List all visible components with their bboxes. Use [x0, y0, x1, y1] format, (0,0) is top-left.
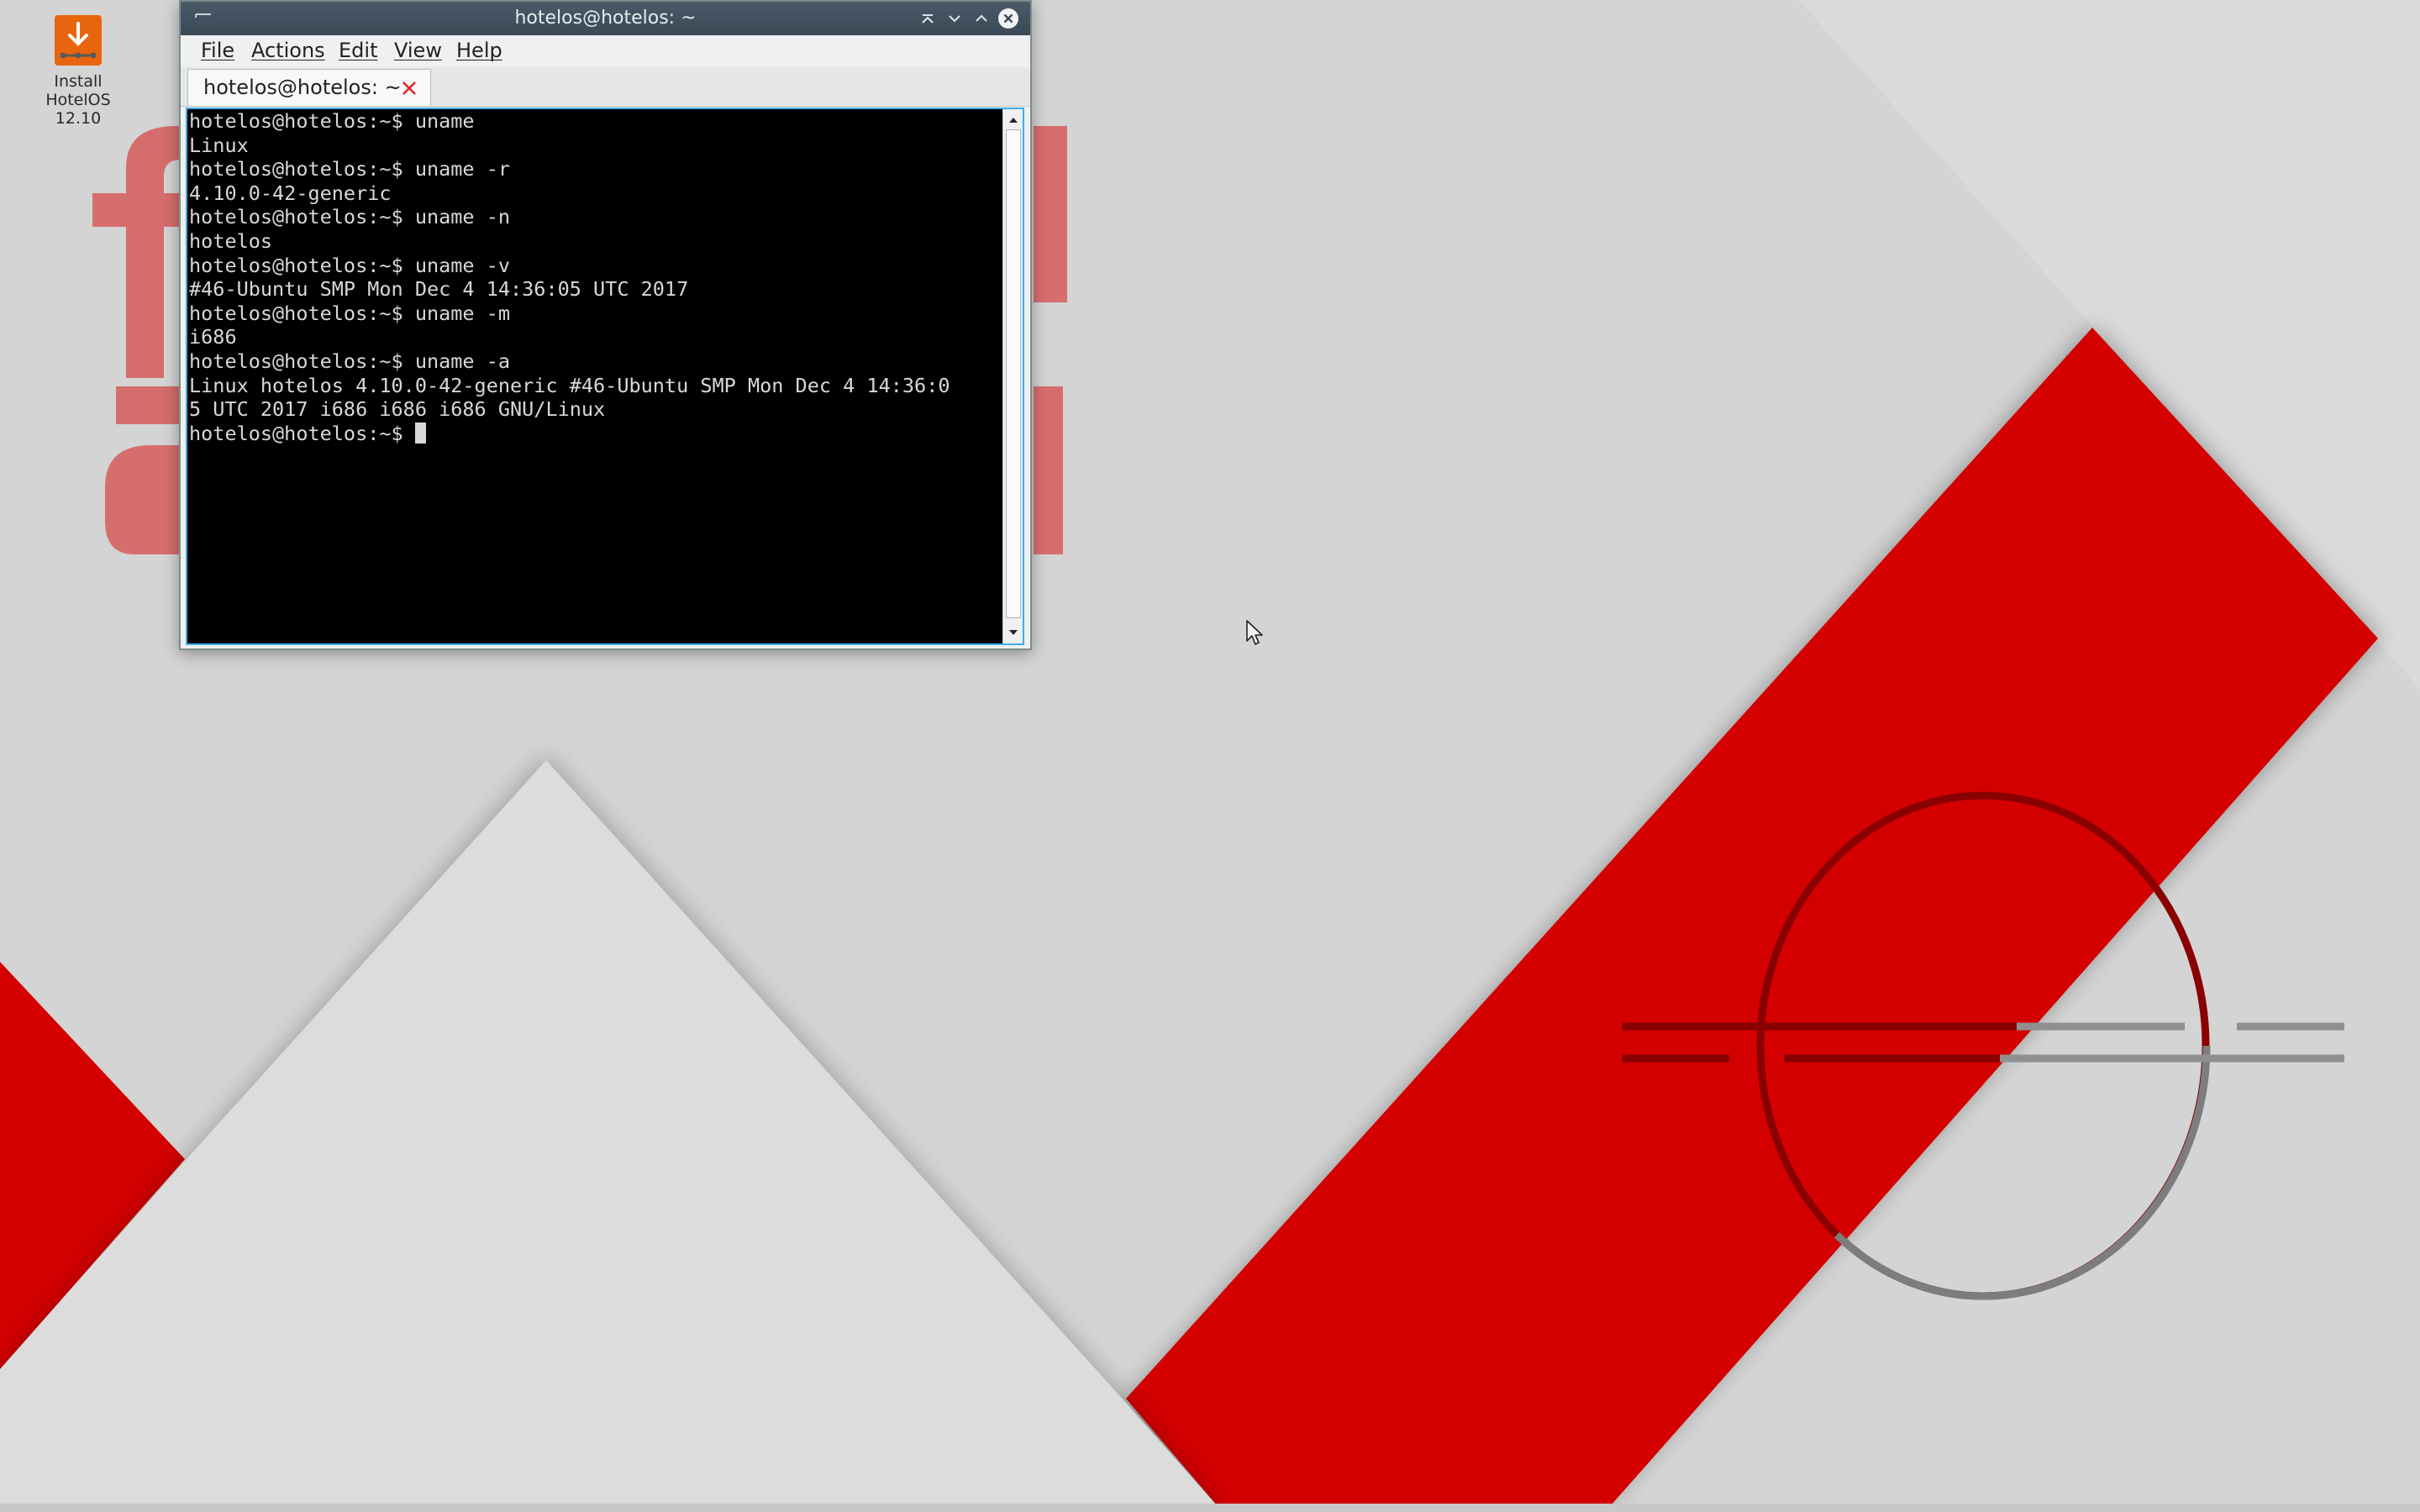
install-icon — [55, 15, 102, 66]
desktop-icon-install[interactable]: Install HotelOS 12.10 — [40, 15, 116, 128]
scroll-down-icon[interactable] — [1006, 625, 1021, 640]
terminal-line: hotelos — [189, 228, 273, 253]
menu-actions[interactable]: Actions — [251, 39, 325, 62]
terminal-output[interactable]: hotelos@hotelos:~$ uname Linux hotelos@h… — [187, 109, 1002, 643]
terminal-frame: hotelos@hotelos:~$ uname Linux hotelos@h… — [186, 108, 1024, 645]
terminal-scrollbar[interactable] — [1002, 109, 1023, 643]
maximize-icon[interactable] — [971, 8, 992, 29]
menu-file[interactable]: File — [201, 39, 234, 62]
window-titlebar[interactable]: hotelos@hotelos: ~ — [181, 2, 1030, 35]
menu-view[interactable]: View — [394, 39, 442, 62]
terminal-line: hotelos@hotelos:~$ uname -a — [189, 349, 511, 373]
terminal-line: hotelos@hotelos:~$ uname -r — [189, 157, 511, 181]
terminal-line: i686 — [189, 325, 237, 349]
close-icon[interactable] — [997, 8, 1019, 29]
terminal-line: 4.10.0-42-generic — [189, 181, 392, 205]
scrollbar-thumb[interactable] — [1006, 129, 1021, 618]
menu-edit[interactable]: Edit — [339, 39, 377, 62]
menubar: File Actions Edit View Help — [181, 35, 1030, 67]
terminal-line: Linux hotelos 4.10.0-42-generic #46-Ubun… — [189, 373, 950, 397]
tab-close-icon[interactable] — [398, 77, 420, 99]
terminal-prompt: hotelos@hotelos:~$ — [189, 421, 415, 445]
tab-bar: hotelos@hotelos: ~ — [181, 67, 1030, 107]
tab-terminal[interactable]: hotelos@hotelos: ~ — [187, 69, 431, 106]
terminal-line: hotelos@hotelos:~$ uname — [189, 109, 475, 133]
terminal-line: hotelos@hotelos:~$ uname -v — [189, 253, 511, 277]
minimize-icon[interactable] — [944, 8, 965, 29]
terminal-line: hotelos@hotelos:~$ uname -m — [189, 301, 511, 325]
text-cursor — [414, 422, 426, 444]
keep-above-icon[interactable] — [917, 8, 939, 29]
terminal-window[interactable]: hotelos@hotelos: ~ File Actions Edit Vie… — [179, 0, 1032, 650]
tab-label: hotelos@hotelos: ~ — [203, 76, 402, 99]
terminal-line: #46-Ubuntu SMP Mon Dec 4 14:36:05 UTC 20… — [189, 277, 689, 302]
desktop-icon-label: Install HotelOS 12.10 — [45, 72, 111, 128]
scroll-up-icon[interactable] — [1006, 113, 1021, 128]
terminal-prompt-line: hotelos@hotelos:~$ — [189, 422, 1002, 446]
mouse-pointer-icon — [1246, 620, 1263, 645]
terminal-line: 5 UTC 2017 i686 i686 i686 GNU/Linux — [189, 397, 606, 422]
terminal-line: hotelos@hotelos:~$ uname -n — [189, 205, 511, 229]
window-title: hotelos@hotelos: ~ — [514, 8, 697, 29]
terminal-line: Linux — [189, 133, 249, 157]
menu-help[interactable]: Help — [456, 39, 502, 62]
